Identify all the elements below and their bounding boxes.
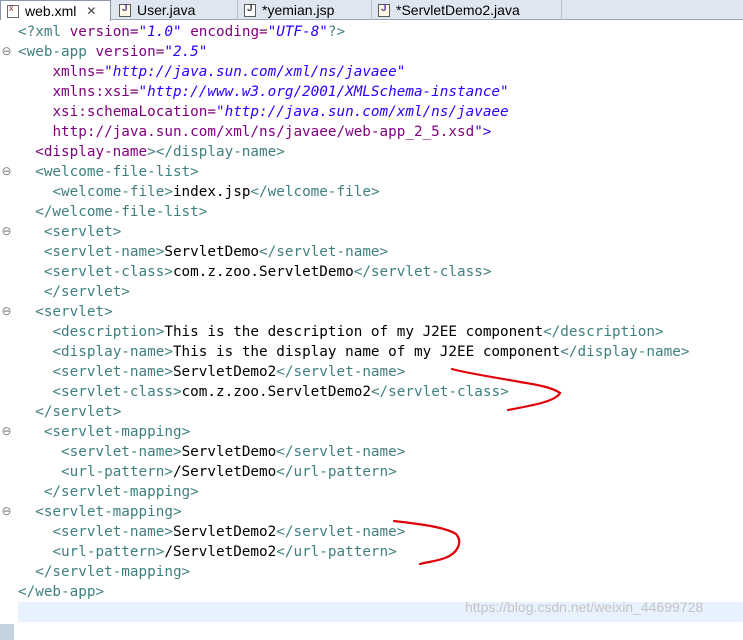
code-line[interactable]: </welcome-file-list> (18, 202, 743, 222)
code-line[interactable]: <servlet-name>ServletDemo2</servlet-name… (18, 522, 743, 542)
fold-toggle-icon[interactable]: ⊖ (0, 165, 13, 178)
xml-file-icon (7, 3, 19, 18)
code-line[interactable]: </servlet-mapping> (18, 482, 743, 502)
java-file-icon (378, 3, 390, 17)
code-line[interactable]: <url-pattern>/ServletDemo2</url-pattern> (18, 542, 743, 562)
code-line[interactable]: <web-app version="2.5" (18, 42, 743, 62)
code-line[interactable]: <welcome-file-list> (18, 162, 743, 182)
close-tab-icon[interactable]: ✕ (86, 4, 96, 18)
code-line[interactable]: <servlet-class>com.z.zoo.ServletDemo</se… (18, 262, 743, 282)
tab-servletdemo2-java[interactable]: *ServletDemo2.java (372, 0, 562, 20)
watermark: https://blog.csdn.net/weixin_44699728 (465, 599, 704, 615)
code-line[interactable]: <servlet-class>com.z.zoo.ServletDemo2</s… (18, 382, 743, 402)
fold-toggle-icon[interactable]: ⊖ (0, 305, 13, 318)
code-line[interactable]: xmlns="http://java.sun.com/xml/ns/javaee… (18, 62, 743, 82)
tab-label: web.xml (25, 3, 77, 19)
code-line[interactable]: <servlet> (18, 302, 743, 322)
code-line[interactable]: <servlet-mapping> (18, 422, 743, 442)
code-line[interactable]: <servlet> (18, 222, 743, 242)
code-line[interactable]: </servlet> (18, 282, 743, 302)
fold-toggle-icon[interactable]: ⊖ (0, 425, 13, 438)
fold-toggle-icon[interactable]: ⊖ (0, 505, 13, 518)
editor-gutter: ⊖ ⊖ ⊖ ⊖ ⊖ ⊖ (0, 20, 18, 640)
code-line[interactable]: <display-name></display-name> (18, 142, 743, 162)
code-line[interactable]: </servlet> (18, 402, 743, 422)
code-line[interactable]: <servlet-name>ServletDemo2</servlet-name… (18, 362, 743, 382)
code-line[interactable]: http://java.sun.com/xml/ns/javaee/web-ap… (18, 122, 743, 142)
code-line[interactable]: <display-name>This is the display name o… (18, 342, 743, 362)
tab-web-xml[interactable]: web.xml ✕ (0, 0, 111, 21)
current-line-marker (0, 624, 14, 640)
jsp-file-icon (244, 3, 256, 17)
tab-user-java[interactable]: User.java (113, 0, 238, 20)
editor-tab-bar: web.xml ✕ User.java *yemian.jsp *Servlet… (0, 0, 743, 21)
java-file-icon (119, 3, 131, 17)
code-line[interactable]: <servlet-name>ServletDemo</servlet-name> (18, 442, 743, 462)
code-line[interactable]: <?xml version="1.0" encoding="UTF-8"?> (18, 22, 743, 42)
code-line[interactable]: <url-pattern>/ServletDemo</url-pattern> (18, 462, 743, 482)
tab-label: *yemian.jsp (262, 2, 335, 18)
code-line[interactable]: <welcome-file>index.jsp</welcome-file> (18, 182, 743, 202)
fold-toggle-icon[interactable]: ⊖ (0, 225, 13, 238)
code-line[interactable]: <servlet-name>ServletDemo</servlet-name> (18, 242, 743, 262)
tab-label: User.java (137, 2, 196, 18)
fold-toggle-icon[interactable]: ⊖ (0, 45, 13, 58)
xml-editor[interactable]: <?xml version="1.0" encoding="UTF-8"?> <w… (18, 22, 743, 622)
code-line[interactable]: xsi:schemaLocation="http://java.sun.com/… (18, 102, 743, 122)
code-line[interactable]: xmlns:xsi="http://www.w3.org/2001/XMLSch… (18, 82, 743, 102)
code-line[interactable]: </servlet-mapping> (18, 562, 743, 582)
code-line[interactable]: <servlet-mapping> (18, 502, 743, 522)
code-line[interactable]: <description>This is the description of … (18, 322, 743, 342)
tab-label: *ServletDemo2.java (396, 2, 520, 18)
tab-yemian-jsp[interactable]: *yemian.jsp (238, 0, 372, 20)
